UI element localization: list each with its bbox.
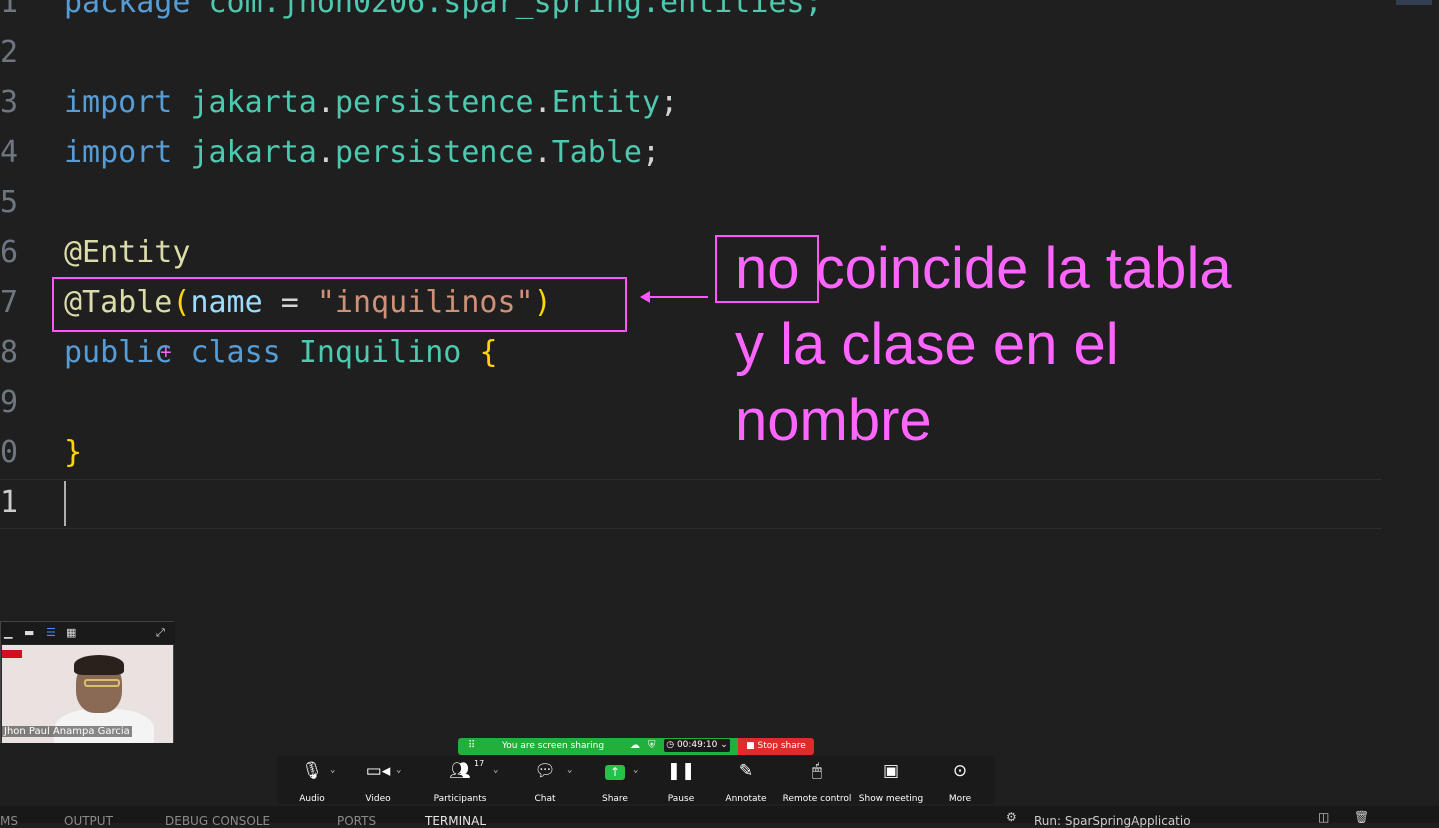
code-line-entity-annotation[interactable]: @Entity [64, 228, 190, 278]
participant-name: Jhon Paul Anampa Garcia [2, 726, 132, 737]
chevron-down-icon[interactable]: ⌄ [396, 765, 401, 775]
code-line-package[interactable]: package com.jhon0206.spar_spring.entitie… [64, 0, 823, 28]
bottom-panel-tabs: MS OUTPUT DEBUG CONSOLE PORTS TERMINAL ⚙… [0, 806, 1439, 828]
more-button[interactable]: ⊙ More [925, 760, 995, 804]
annotation-highlight-box [52, 277, 627, 332]
sharing-status-text: You are screen sharing [502, 741, 605, 751]
tab-ports[interactable]: PORTS [337, 814, 376, 828]
line-number: 0 [0, 435, 19, 470]
pause-icon: ❚❚ [666, 761, 696, 781]
tab-terminal[interactable]: TERMINAL [425, 814, 486, 828]
mouse-cursor-icon: + [160, 342, 172, 364]
code-line-class-decl[interactable]: public class Inquilino { [64, 328, 498, 378]
participants-count: 17 [474, 759, 485, 768]
gallery-view-icon[interactable]: ▦ [66, 626, 76, 639]
chevron-down-icon[interactable]: ⌄ [633, 765, 638, 775]
expand-icon[interactable]: ⤢ [156, 626, 165, 640]
single-view-icon[interactable]: ▬ [24, 626, 34, 639]
video-camera-icon: ▭◂ [365, 761, 391, 781]
code-line-import-table[interactable]: import jakarta.persistence.Table; [64, 128, 660, 178]
run-configuration-label[interactable]: Run: SparSpringApplicatio [1034, 814, 1191, 828]
chevron-down-icon[interactable]: ⌄ [567, 765, 572, 775]
shield-icon: ⛨ [648, 740, 656, 751]
cloud-icon: ☁ [630, 740, 640, 751]
annotation-arrow-head [640, 291, 650, 303]
line-number: 7 [0, 285, 19, 320]
logo-icon [2, 650, 22, 658]
stop-share-button[interactable]: ■ Stop share [738, 738, 814, 755]
annotate-button[interactable]: ✎ Annotate [711, 760, 781, 804]
minimize-icon[interactable]: ▁ [4, 626, 12, 639]
debug-icon: ⚙ [1006, 810, 1017, 824]
share-button[interactable]: ↑ Share [580, 760, 650, 804]
self-video-tile[interactable]: ▁ ▬ ☰ ▦ ⤢ Jhon Paul Anampa Garcia [0, 621, 175, 743]
participants-button[interactable]: 👥︎ 17 Participants [425, 759, 495, 804]
line-number: 8 [0, 335, 19, 370]
meeting-toolbar: 🎙︎ Audio ⌄ ▭◂ Video ⌄ 👥︎ 17 Participants… [277, 756, 995, 804]
sharing-timer[interactable]: ◷ 00:49:10 ⌄ [664, 739, 730, 752]
line-number: 4 [0, 135, 19, 170]
drag-handle-icon[interactable]: ⠿ [468, 740, 475, 751]
text-cursor [64, 481, 66, 526]
screen-sharing-banner[interactable]: ⠿ You are screen sharing ☁ ⛨ ◷ 00:49:10 … [458, 738, 738, 755]
pencil-icon: ✎ [738, 761, 754, 781]
pause-button[interactable]: ❚❚ Pause [646, 760, 716, 804]
annotation-text-line1: no coincide la tabla [735, 236, 1232, 301]
line-number: 1 [0, 0, 19, 20]
chevron-down-icon[interactable]: ⌄ [330, 765, 335, 775]
participants-icon: 👥︎ [449, 761, 471, 781]
show-meeting-button[interactable]: ▣ Show meeting [856, 760, 926, 804]
speaker-view-icon[interactable]: ☰ [46, 626, 56, 639]
minimap-indicator [1396, 0, 1432, 5]
meeting-icon: ▣ [882, 761, 900, 781]
more-icon: ⊙ [952, 761, 968, 781]
share-screen-icon: ↑ [580, 760, 650, 782]
line-number: 5 [0, 185, 19, 220]
code-line-import-entity[interactable]: import jakarta.persistence.Entity; [64, 78, 678, 128]
tab-debug-console[interactable]: DEBUG CONSOLE [165, 814, 270, 828]
line-number: 6 [0, 235, 19, 270]
line-number: 2 [0, 35, 19, 70]
split-terminal-icon[interactable]: ◫ [1318, 810, 1329, 824]
mouse-icon: 🖱︎ [811, 761, 823, 781]
annotation-text-line3: nombre [735, 388, 932, 453]
code-line-closing-brace[interactable]: } [64, 428, 82, 478]
line-number: 9 [0, 385, 19, 420]
trash-icon[interactable]: 🗑︎ [1354, 810, 1369, 824]
line-number: 3 [0, 85, 19, 120]
audio-button[interactable]: 🎙︎ Audio [277, 760, 347, 804]
microphone-icon: 🎙︎ [301, 761, 323, 781]
video-button[interactable]: ▭◂ Video [343, 760, 413, 804]
video-tile-controls: ▁ ▬ ☰ ▦ ⤢ [1, 622, 175, 644]
current-line-highlight [0, 479, 1382, 529]
tab-output[interactable]: OUTPUT [64, 814, 113, 828]
tab-problems[interactable]: MS [0, 814, 18, 828]
chevron-down-icon[interactable]: ⌄ [493, 765, 498, 775]
remote-control-button[interactable]: 🖱︎ Remote control [782, 760, 852, 804]
annotation-arrow [648, 296, 708, 298]
annotation-text-line2: y la clase en el [735, 312, 1119, 377]
